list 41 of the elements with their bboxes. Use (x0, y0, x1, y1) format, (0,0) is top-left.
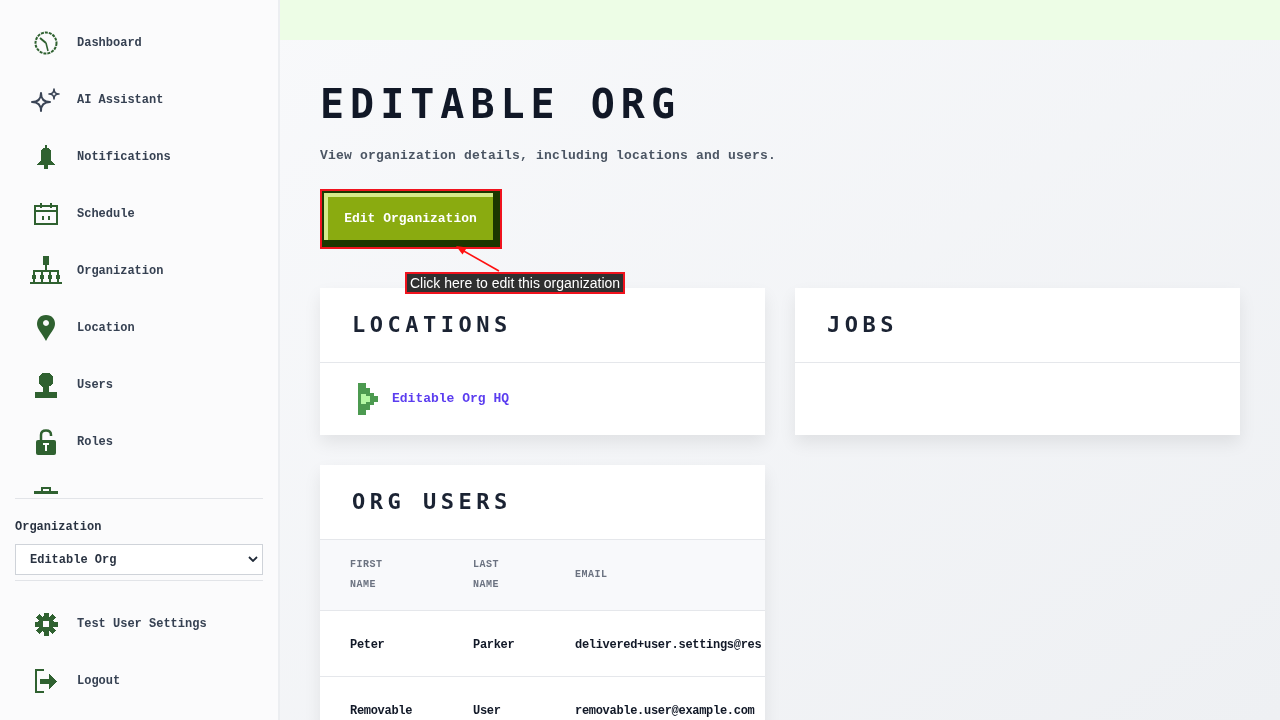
picker-label: Organization (15, 520, 103, 534)
nav-item[interactable]: Schedule (15, 185, 263, 242)
nav-item[interactable]: AI Assistant (15, 71, 263, 128)
chevron-down-icon (248, 556, 258, 562)
nav-item[interactable]: Organization (15, 242, 263, 299)
user-icon (34, 371, 58, 398)
table-cell: delivered+user.settings@res (575, 637, 762, 652)
calendar-icon (34, 202, 58, 225)
location-link[interactable]: Editable Org HQ (392, 389, 510, 409)
page-subtitle: View organization details, including locations and users. (320, 147, 777, 165)
table-cell: Peter (350, 637, 385, 652)
org-chart-icon (30, 254, 62, 287)
nav-item[interactable]: Logout (15, 652, 263, 709)
organization-select[interactable]: Editable Org (15, 544, 263, 575)
column-header: FIRST NAME (350, 558, 384, 592)
gauge-icon (34, 30, 58, 55)
card-title: JOBS (827, 312, 898, 338)
column-header: EMAIL (575, 568, 609, 582)
nav-item[interactable]: Roles (15, 413, 263, 470)
sparkle-icon (31, 87, 61, 112)
bell-icon (34, 144, 58, 169)
card-title: ORG USERS (352, 489, 512, 515)
annotation-arrow (456, 246, 500, 272)
card-title: LOCATIONS (352, 312, 512, 338)
column-header: LAST NAME (473, 558, 500, 592)
nav-item[interactable]: Dashboard (15, 14, 263, 71)
nav-item[interactable]: Notifications (15, 128, 263, 185)
table-cell: Removable (350, 703, 413, 718)
padlock-icon (36, 428, 56, 455)
page-title: EDITABLE ORG (320, 82, 681, 126)
table-cell: Parker (473, 637, 515, 652)
partial-icon (34, 487, 58, 494)
table-cell: User (473, 703, 501, 718)
play-icon (358, 383, 378, 415)
table-cell: removable.user@example.com (575, 703, 755, 718)
nav-item[interactable]: Users (15, 356, 263, 413)
annotation-tooltip: Click here to edit this organization (405, 272, 626, 294)
map-pin-icon (36, 313, 56, 342)
logout-icon (34, 668, 58, 693)
nav-item[interactable]: Location (15, 299, 263, 356)
nav-item[interactable]: Test User Settings (15, 595, 263, 652)
